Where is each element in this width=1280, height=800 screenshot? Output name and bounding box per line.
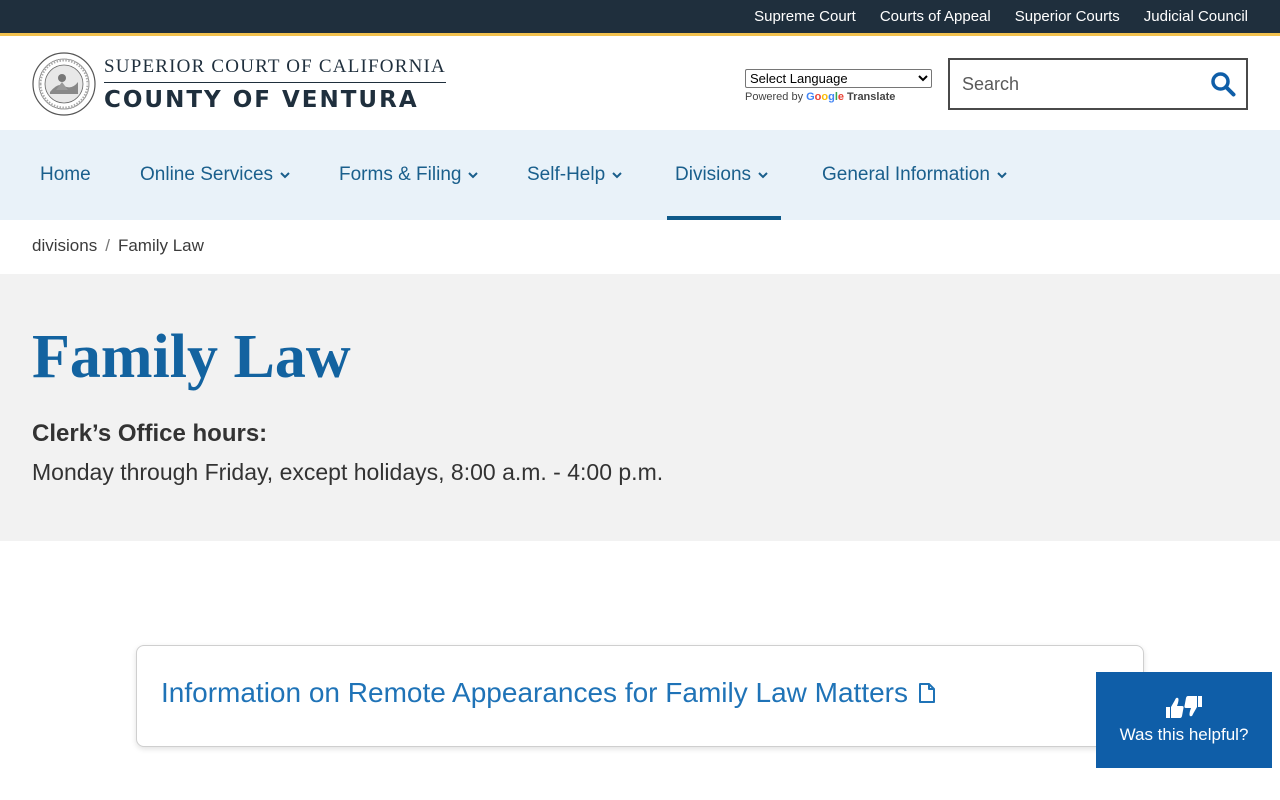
site-header: SUPERIOR COURT OF CALIFORNIA COUNTY OF V…: [0, 36, 1280, 130]
chevron-down-icon: [612, 172, 622, 179]
clerk-hours-text: Monday through Friday, except holidays, …: [32, 459, 664, 485]
logo-text: SUPERIOR COURT OF CALIFORNIA COUNTY OF V…: [104, 56, 446, 113]
feedback-label: Was this helpful?: [1119, 725, 1249, 744]
nav-general-information[interactable]: General Information: [822, 130, 1008, 220]
powered-by-label: Powered by: [745, 91, 804, 103]
nav-forms-filing-label: Forms & Filing: [339, 164, 462, 185]
nav-general-information-label: General Information: [822, 164, 990, 185]
breadcrumb-current: Family Law: [117, 236, 204, 255]
main-nav: Home Online Services Forms & Filing Self…: [0, 130, 1280, 220]
translate-link[interactable]: Translate: [847, 91, 895, 103]
language-select[interactable]: Select Language: [745, 69, 932, 88]
page-title: Family Law: [32, 323, 351, 391]
breadcrumb-divisions[interactable]: divisions: [32, 236, 97, 256]
chevron-down-icon: [997, 172, 1007, 179]
link-judicial-council[interactable]: Judicial Council: [1144, 8, 1248, 25]
utility-links: Supreme Court Courts of Appeal Superior …: [754, 0, 1248, 33]
thumbs-up-down-icon: [1166, 696, 1202, 718]
nav-online-services-label: Online Services: [140, 164, 274, 185]
nav-divisions-label: Divisions: [675, 164, 752, 185]
breadcrumb: divisions / Family Law: [32, 236, 204, 256]
powered-by: Powered by Google Translate: [745, 91, 932, 103]
feedback-button[interactable]: Was this helpful?: [1096, 672, 1272, 768]
search-icon[interactable]: [1210, 71, 1236, 97]
clerk-hours-label: Clerk’s Office hours:: [32, 420, 268, 447]
utility-bar: Supreme Court Courts of Appeal Superior …: [0, 0, 1280, 36]
chevron-down-icon: [280, 172, 290, 179]
google-translate: Select Language Powered by Google Transl…: [745, 69, 932, 103]
link-superior-courts[interactable]: Superior Courts: [1015, 8, 1120, 25]
nav-forms-filing[interactable]: Forms & Filing: [339, 130, 479, 220]
search-input[interactable]: [950, 73, 1190, 95]
nav-home[interactable]: Home: [40, 130, 91, 220]
nav-home-label: Home: [40, 164, 91, 185]
chevron-down-icon: [468, 172, 479, 179]
nav-online-services[interactable]: Online Services: [140, 130, 291, 220]
court-seal-icon: [32, 52, 96, 116]
document-card: Information on Remote Appearances for Fa…: [136, 645, 1144, 747]
chevron-down-icon: [758, 172, 768, 179]
remote-appearances-link-text: Information on Remote Appearances for Fa…: [161, 677, 909, 708]
remote-appearances-link[interactable]: Information on Remote Appearances for Fa…: [161, 677, 936, 709]
page-hero: Family Law Clerk’s Office hours: Monday …: [0, 274, 1280, 541]
link-courts-of-appeal[interactable]: Courts of Appeal: [880, 8, 991, 25]
link-supreme-court[interactable]: Supreme Court: [754, 8, 856, 25]
google-logo-icon[interactable]: Google: [806, 91, 844, 103]
logo-court-name: SUPERIOR COURT OF CALIFORNIA: [104, 56, 446, 83]
breadcrumb-separator: /: [105, 236, 110, 255]
logo-county-name: COUNTY OF VENTURA: [104, 86, 419, 113]
search-box: [948, 58, 1248, 110]
nav-divisions[interactable]: Divisions: [666, 130, 782, 220]
nav-self-help[interactable]: Self-Help: [527, 130, 623, 220]
nav-self-help-label: Self-Help: [527, 164, 606, 185]
document-icon: [919, 683, 936, 703]
site-logo[interactable]: SUPERIOR COURT OF CALIFORNIA COUNTY OF V…: [32, 52, 446, 116]
